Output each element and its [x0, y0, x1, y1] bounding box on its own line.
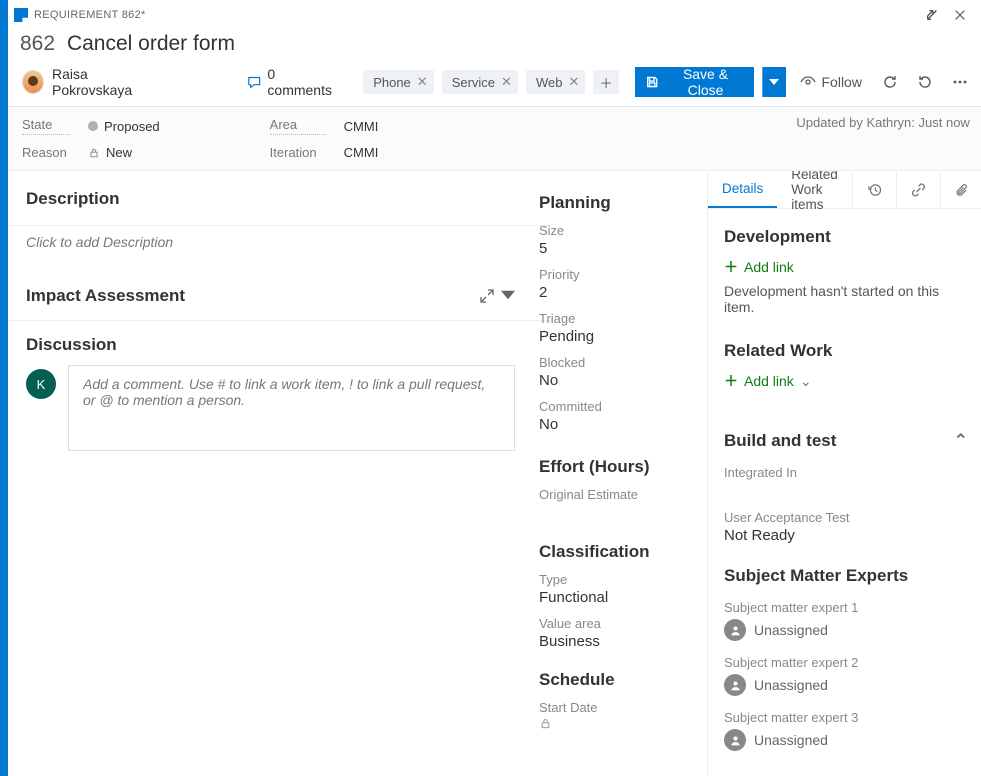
size-field[interactable]: 5	[539, 240, 697, 257]
blocked-label: Blocked	[539, 355, 697, 370]
planning-heading: Planning	[539, 193, 697, 213]
start-date-label: Start Date	[539, 700, 697, 715]
maximize-icon[interactable]	[479, 288, 495, 304]
person-icon	[724, 619, 746, 641]
sme3-label: Subject matter expert 3	[724, 710, 968, 725]
sme2-field[interactable]: Unassigned	[724, 674, 968, 696]
priority-field[interactable]: 2	[539, 284, 697, 301]
tab-details[interactable]: Details	[708, 171, 777, 208]
start-date-field[interactable]	[539, 717, 697, 734]
effort-heading: Effort (Hours)	[539, 457, 697, 477]
more-actions-button[interactable]	[947, 67, 974, 97]
work-item-stripe	[0, 0, 8, 776]
add-tag-button[interactable]: ＋	[593, 70, 618, 94]
assignee-name[interactable]: Raisa Pokrovskaya	[52, 66, 161, 98]
description-input[interactable]: Click to add Description	[26, 226, 515, 258]
attachment-icon	[955, 182, 970, 198]
state-field[interactable]: Proposed	[88, 119, 160, 134]
add-related-link[interactable]: ＋Add link ⌄	[724, 371, 968, 391]
value-area-label: Value area	[539, 616, 697, 631]
revert-button[interactable]	[911, 67, 938, 97]
work-item-title[interactable]: Cancel order form	[67, 32, 235, 55]
comments-count: 0 comments	[267, 66, 336, 98]
lock-icon	[88, 147, 100, 159]
blocked-field[interactable]: No	[539, 372, 697, 389]
triage-label: Triage	[539, 311, 697, 326]
development-empty-text: Development hasn't started on this item.	[724, 283, 968, 315]
eye-icon	[800, 74, 816, 90]
size-label: Size	[539, 223, 697, 238]
history-icon	[867, 182, 882, 198]
build-and-test-heading[interactable]: Build and test ⌃	[724, 431, 968, 451]
description-heading: Description	[8, 171, 533, 219]
related-work-heading: Related Work	[724, 341, 968, 361]
area-field[interactable]: CMMI	[344, 119, 379, 134]
type-field[interactable]: Functional	[539, 589, 697, 606]
refresh-button[interactable]	[876, 67, 903, 97]
save-and-close-button[interactable]: Save & Close	[635, 67, 754, 97]
current-user-avatar: K	[26, 369, 56, 399]
iteration-field[interactable]: CMMI	[344, 145, 379, 160]
collapse-icon[interactable]: ⌃	[954, 431, 968, 451]
schedule-heading: Schedule	[539, 670, 697, 690]
sme3-field[interactable]: Unassigned	[724, 729, 968, 751]
lock-icon	[539, 717, 552, 730]
discussion-heading: Discussion	[8, 321, 533, 365]
tag-remove-icon[interactable]: ✕	[417, 74, 428, 90]
tag-service[interactable]: Service✕	[442, 70, 518, 94]
person-icon	[724, 729, 746, 751]
sme1-field[interactable]: Unassigned	[724, 619, 968, 641]
follow-button[interactable]: Follow	[800, 74, 862, 90]
sme1-label: Subject matter expert 1	[724, 600, 968, 615]
work-item-id: 862	[20, 32, 55, 55]
comment-icon	[247, 74, 261, 90]
area-label: Area	[270, 117, 326, 135]
tag-remove-icon[interactable]: ✕	[501, 74, 512, 90]
tag-phone[interactable]: Phone✕	[363, 70, 434, 94]
sme2-label: Subject matter expert 2	[724, 655, 968, 670]
state-label: State	[22, 117, 70, 135]
tab-attachments[interactable]	[940, 171, 981, 208]
comment-input[interactable]: Add a comment. Use # to link a work item…	[68, 365, 515, 451]
impact-assessment-heading: Impact Assessment	[26, 286, 185, 306]
reason-label: Reason	[22, 145, 70, 160]
state-dot-icon	[88, 121, 98, 131]
tag-remove-icon[interactable]: ✕	[568, 74, 579, 90]
classification-heading: Classification	[539, 542, 697, 562]
chevron-down-icon[interactable]	[501, 288, 515, 302]
person-icon	[724, 674, 746, 696]
development-heading: Development	[724, 227, 968, 247]
sme-heading: Subject Matter Experts	[724, 566, 968, 586]
tag-web[interactable]: Web✕	[526, 70, 585, 94]
save-dropdown-button[interactable]	[762, 67, 786, 97]
tab-links[interactable]	[896, 171, 940, 208]
tab-history[interactable]	[852, 171, 896, 208]
iteration-label: Iteration	[270, 145, 326, 160]
updated-by-text: Updated by Kathryn: Just now	[796, 115, 969, 130]
committed-field[interactable]: No	[539, 416, 697, 433]
uat-field[interactable]: Not Ready	[724, 527, 968, 544]
assignee-avatar[interactable]	[22, 70, 44, 94]
integrated-in-label: Integrated In	[724, 465, 968, 480]
value-area-field[interactable]: Business	[539, 633, 697, 650]
close-button[interactable]	[946, 4, 974, 26]
link-icon	[911, 182, 926, 198]
uat-label: User Acceptance Test	[724, 510, 968, 525]
reason-field[interactable]: New	[88, 145, 132, 160]
restore-size-button[interactable]	[918, 4, 946, 26]
committed-label: Committed	[539, 399, 697, 414]
tab-related-work-items[interactable]: Related Work items	[777, 171, 852, 208]
save-icon	[645, 74, 659, 90]
triage-field[interactable]: Pending	[539, 328, 697, 345]
work-item-type-icon	[14, 8, 28, 22]
original-estimate-label: Original Estimate	[539, 487, 697, 502]
titlebar-label: REQUIREMENT 862*	[34, 9, 146, 21]
chevron-down-icon: ⌄	[800, 373, 812, 390]
type-label: Type	[539, 572, 697, 587]
priority-label: Priority	[539, 267, 697, 282]
comments-link[interactable]: 0 comments	[247, 66, 336, 98]
add-development-link[interactable]: ＋Add link	[724, 257, 968, 277]
